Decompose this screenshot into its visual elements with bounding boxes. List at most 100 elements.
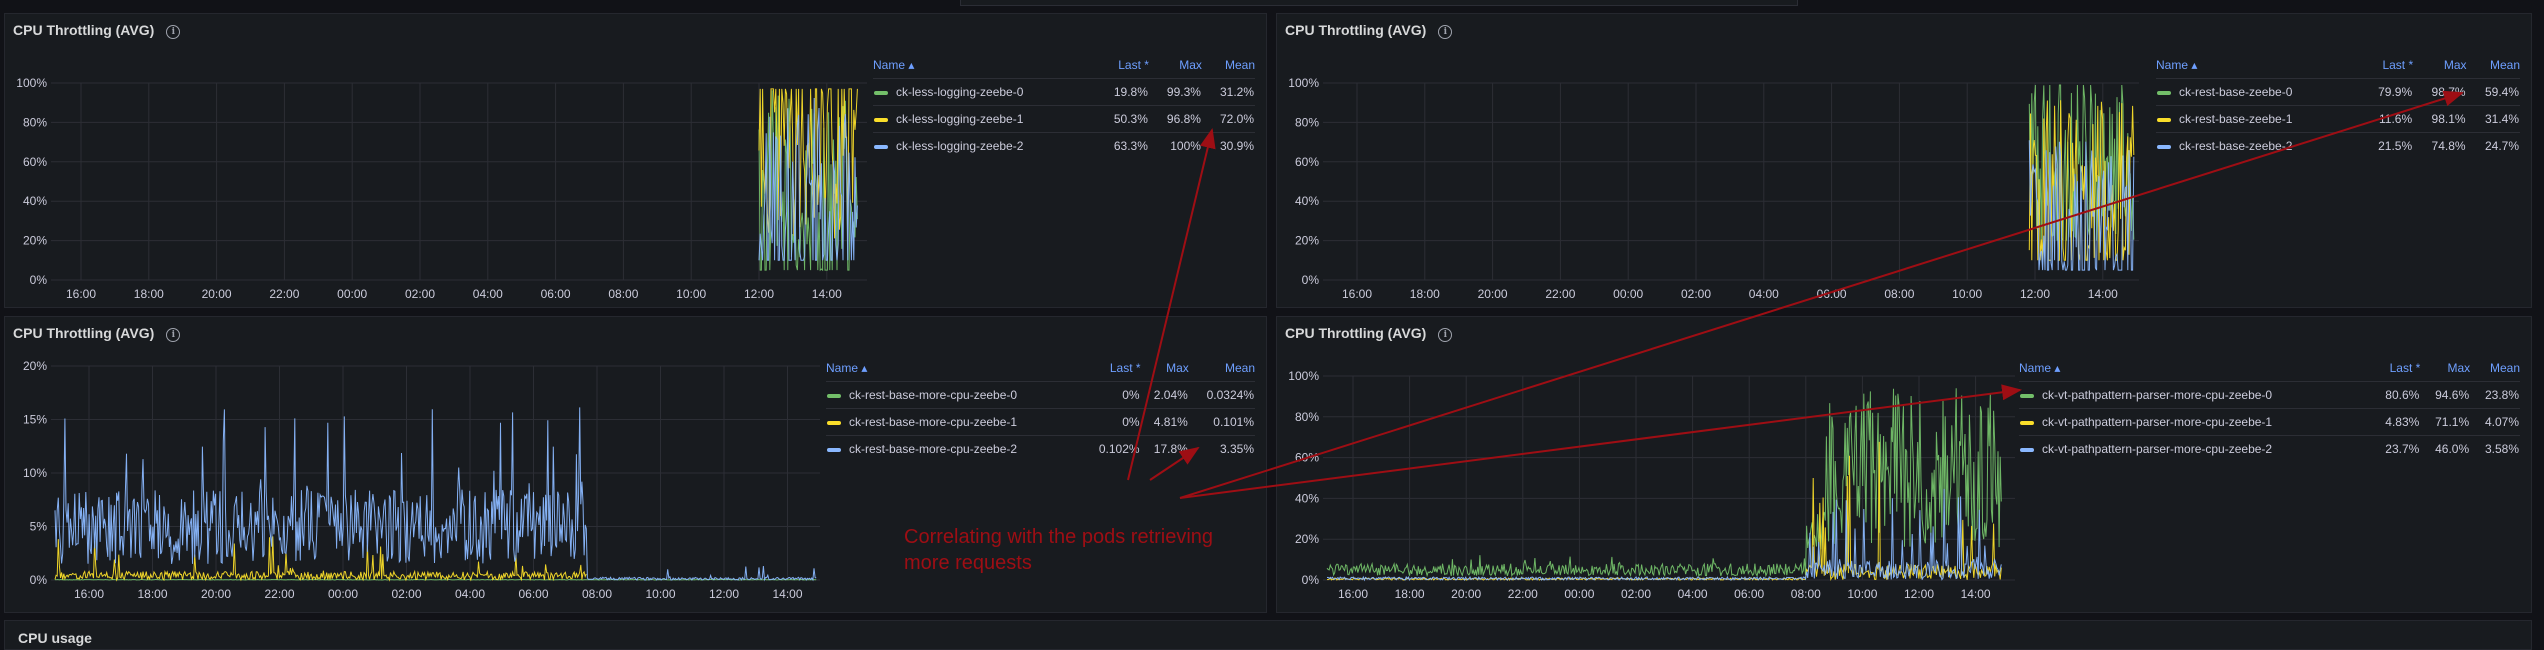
y-tick-label: 5% xyxy=(30,520,48,534)
legend-header-max[interactable]: Max xyxy=(2413,56,2467,79)
legend-last-value: 0% xyxy=(1083,381,1141,409)
y-tick-label: 0% xyxy=(1302,573,1320,587)
x-tick-label: 14:00 xyxy=(2088,287,2118,301)
x-tick-label: 08:00 xyxy=(1884,287,1914,301)
y-tick-label: 100% xyxy=(1288,369,1319,383)
legend-series-name[interactable]: ck-rest-base-zeebe-1 xyxy=(2156,105,2360,133)
legend-series-name[interactable]: ck-rest-base-more-cpu-zeebe-0 xyxy=(826,381,1084,409)
legend-last-value: 23.7% xyxy=(2370,435,2421,462)
legend-header-name[interactable]: Name ▴ xyxy=(826,359,1083,382)
legend-mean-value: 72.0% xyxy=(1201,105,1255,133)
x-tick-label: 18:00 xyxy=(137,587,167,601)
legend-header-mean[interactable]: Mean xyxy=(2467,56,2520,79)
x-tick-label: 16:00 xyxy=(66,287,96,301)
legend-mean-value: 23.8% xyxy=(2470,381,2520,409)
x-tick-label: 22:00 xyxy=(269,287,299,301)
legend-name-text: ck-rest-base-more-cpu-zeebe-2 xyxy=(849,442,1018,456)
y-tick-label: 100% xyxy=(16,76,47,90)
legend-header-name[interactable]: Name ▴ xyxy=(2156,56,2360,79)
annotation-line: Correlating with the pods retrieving xyxy=(904,526,1214,548)
cpu-throttling-panel-rest-base[interactable]: CPU Throttling (AVG) i 0% 20% 40% 60% 80% 100%… xyxy=(1276,13,2532,308)
annotation-line: more requests xyxy=(904,552,1032,574)
legend-mean-value: 0.101% xyxy=(1188,408,1255,436)
x-tick-label: 20:00 xyxy=(1451,587,1481,601)
legend-header-mean[interactable]: Mean xyxy=(1202,56,1255,79)
legend-row[interactable]: ck-rest-base-more-cpu-zeebe-0 0% 2.04% 0.03… xyxy=(826,381,1255,409)
legend-row[interactable]: ck-rest-base-zeebe-0 79.9% 98.7% 59.4% xyxy=(2156,78,2520,106)
x-tick-label: 22:00 xyxy=(1508,587,1538,601)
y-tick-label: 60% xyxy=(1295,155,1319,169)
x-tick-label: 02:00 xyxy=(405,287,435,301)
legend-series-name[interactable]: ck-vt-pathpattern-parser-more-cpu-zeebe-… xyxy=(2019,435,2371,462)
series-color-swatch xyxy=(2157,117,2171,122)
legend-series-name[interactable]: ck-rest-base-zeebe-2 xyxy=(2156,132,2360,159)
legend-row[interactable]: ck-vt-pathpattern-parser-more-cpu-zeebe-… xyxy=(2019,435,2520,462)
legend-row[interactable]: ck-vt-pathpattern-parser-more-cpu-zeebe-… xyxy=(2019,408,2520,436)
legend-mean-value: 3.35% xyxy=(1188,435,1255,462)
legend-row[interactable]: ck-less-logging-zeebe-0 19.8% 99.3% 31.2% xyxy=(873,78,1255,106)
series-color-swatch xyxy=(827,393,841,398)
x-tick-label: 06:00 xyxy=(1817,287,1847,301)
top-toolbar-edge xyxy=(960,0,1798,6)
legend-series-name[interactable]: ck-less-logging-zeebe-1 xyxy=(873,105,1096,133)
legend-header-mean[interactable]: Mean xyxy=(2470,359,2520,382)
legend-max-value: 74.8% xyxy=(2413,132,2467,159)
legend-mean-value: 3.58% xyxy=(2470,435,2520,462)
series-color-swatch xyxy=(874,144,888,149)
legend-header-mean[interactable]: Mean xyxy=(1189,359,1255,382)
cpu-throttling-panel-less-logging[interactable]: CPU Throttling (AVG) i 0% 20% 40% 60% 80% 100%… xyxy=(4,13,1267,308)
legend-series-name[interactable]: ck-less-logging-zeebe-0 xyxy=(873,78,1096,106)
legend-name-text: ck-vt-pathpattern-parser-more-cpu-zeebe-… xyxy=(2042,415,2273,429)
y-tick-label: 20% xyxy=(1295,532,1319,546)
legend-header-last[interactable]: Last * xyxy=(2360,56,2413,79)
legend-header-last[interactable]: Last * xyxy=(1096,56,1149,79)
x-tick-label: 04:00 xyxy=(1678,587,1708,601)
legend-max-value: 46.0% xyxy=(2420,435,2471,462)
legend-header-last[interactable]: Last * xyxy=(2370,359,2421,382)
legend-row[interactable]: ck-rest-base-more-cpu-zeebe-2 0.102% 17.8%… xyxy=(826,435,1255,462)
y-tick-label: 60% xyxy=(23,155,47,169)
x-tick-label: 16:00 xyxy=(1342,287,1372,301)
legend-last-value: 19.8% xyxy=(1095,78,1149,106)
legend-row[interactable]: ck-less-logging-zeebe-1 50.3% 96.8% 72.0% xyxy=(873,105,1255,133)
x-tick-label: 08:00 xyxy=(1791,587,1821,601)
legend-series-name[interactable]: ck-rest-base-zeebe-0 xyxy=(2156,78,2360,106)
cpu-throttling-panel-vt-pathpattern[interactable]: CPU Throttling (AVG) i 0% 20% 40% 60% 80% 100%… xyxy=(1276,316,2532,613)
x-tick-label: 08:00 xyxy=(582,587,612,601)
legend-last-value: 50.3% xyxy=(1095,105,1149,133)
legend-row[interactable]: ck-rest-base-zeebe-1 11.6% 98.1% 31.4% xyxy=(2156,105,2520,133)
legend-series-name[interactable]: ck-vt-pathpattern-parser-more-cpu-zeebe-… xyxy=(2019,381,2371,409)
x-tick-label: 20:00 xyxy=(201,587,231,601)
legend-header-max[interactable]: Max xyxy=(1149,56,1202,79)
legend-header-max[interactable]: Max xyxy=(2420,359,2470,382)
legend-series-name[interactable]: ck-rest-base-more-cpu-zeebe-1 xyxy=(826,408,1084,436)
cpu-usage-panel[interactable] xyxy=(4,620,2532,650)
x-tick-label: 12:00 xyxy=(2020,287,2050,301)
y-tick-label: 0% xyxy=(30,273,48,287)
y-tick-label: 80% xyxy=(1295,115,1319,129)
series-color-swatch xyxy=(2157,144,2171,149)
legend-row[interactable]: ck-less-logging-zeebe-2 63.3% 100% 30.9% xyxy=(873,132,1255,159)
x-tick-label: 16:00 xyxy=(74,587,104,601)
legend-mean-value: 24.7% xyxy=(2466,132,2520,159)
legend-max-value: 2.04% xyxy=(1140,381,1189,409)
legend-mean-value: 31.4% xyxy=(2466,105,2520,133)
legend-header-last[interactable]: Last * xyxy=(1083,359,1141,382)
x-tick-label: 18:00 xyxy=(1410,287,1440,301)
legend-header-name[interactable]: Name ▴ xyxy=(2019,359,2370,382)
series-color-swatch xyxy=(827,420,841,425)
legend-row[interactable]: ck-rest-base-zeebe-2 21.5% 74.8% 24.7% xyxy=(2156,132,2520,159)
legend-series-name[interactable]: ck-vt-pathpattern-parser-more-cpu-zeebe-… xyxy=(2019,408,2371,436)
legend-name-text: ck-vt-pathpattern-parser-more-cpu-zeebe-… xyxy=(2042,442,2273,456)
legend-series-name[interactable]: ck-less-logging-zeebe-2 xyxy=(873,132,1096,159)
legend-max-value: 98.1% xyxy=(2413,105,2467,133)
legend-row[interactable]: ck-vt-pathpattern-parser-more-cpu-zeebe-… xyxy=(2019,381,2520,409)
legend-row[interactable]: ck-rest-base-more-cpu-zeebe-1 0% 4.81% 0.10… xyxy=(826,408,1255,436)
legend-header-max[interactable]: Max xyxy=(1141,359,1189,382)
y-tick-label: 0% xyxy=(1302,273,1320,287)
legend-header-name[interactable]: Name ▴ xyxy=(873,56,1096,79)
legend-last-value: 0.102% xyxy=(1083,435,1141,462)
legend-series-name[interactable]: ck-rest-base-more-cpu-zeebe-2 xyxy=(826,435,1084,462)
legend-last-value: 0% xyxy=(1083,408,1141,436)
x-tick-label: 04:00 xyxy=(1749,287,1779,301)
